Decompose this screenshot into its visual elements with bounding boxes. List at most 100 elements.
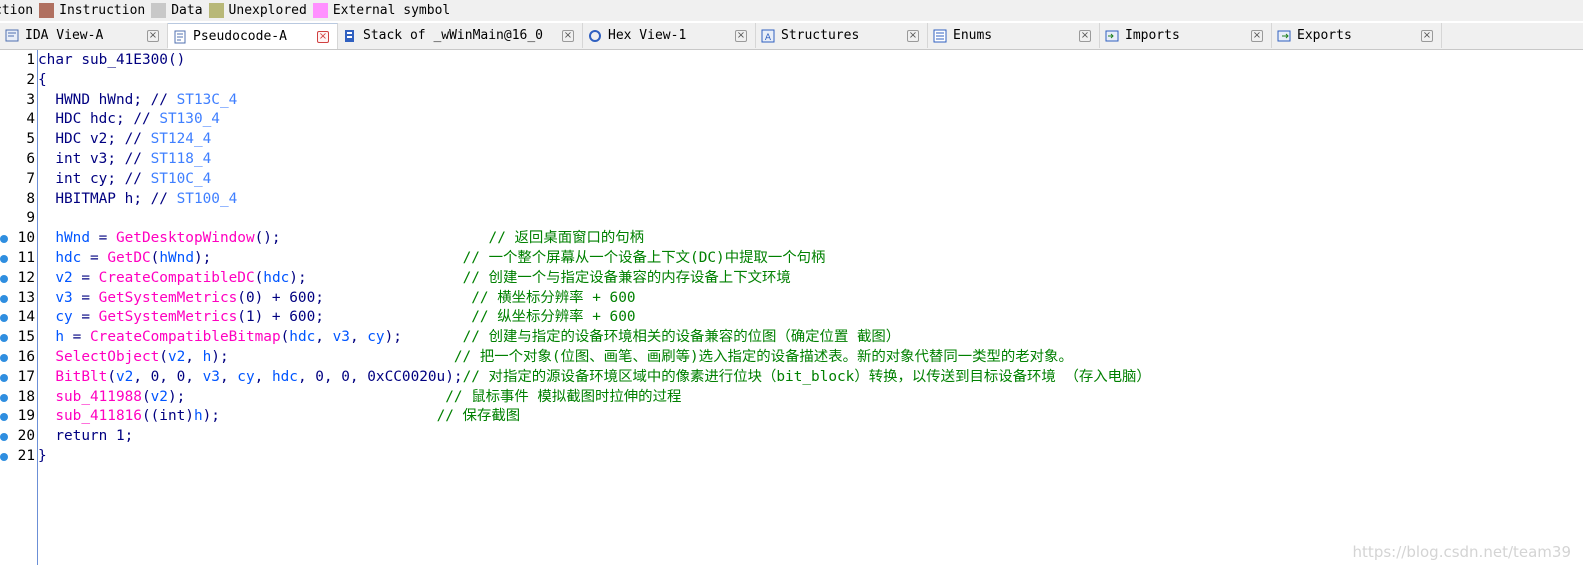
line-number-text: 8: [26, 190, 35, 207]
breakpoint-dot-icon[interactable]: [0, 254, 8, 263]
code-token: ;: [124, 428, 134, 445]
code-token: =: [72, 269, 99, 286]
code-line[interactable]: 7 int cy; // ST10C_4: [0, 170, 1583, 190]
breakpoint-dot-icon[interactable]: [0, 452, 8, 461]
code-line[interactable]: 3 HWND hWnd; // ST13C_4: [0, 91, 1583, 111]
line-number: 13: [0, 289, 35, 309]
svg-text:A: A: [764, 33, 771, 43]
code-token: );: [193, 249, 463, 266]
code-token: GetSystemMetrics: [98, 309, 238, 326]
breakpoint-dot-icon[interactable]: [0, 235, 8, 244]
code-text: int v3; // ST118_4: [35, 150, 211, 170]
code-line[interactable]: 14 cy = GetSystemMetrics(1) + 600; // 纵坐…: [0, 308, 1583, 328]
code-text: char sub_41E300(): [35, 51, 185, 71]
code-text: {: [35, 71, 47, 91]
close-icon[interactable]: ×: [1251, 29, 1263, 42]
line-number: 21: [0, 447, 35, 467]
code-text: HWND hWnd; // ST13C_4: [35, 91, 237, 111]
code-line[interactable]: 4 HDC hdc; // ST130_4: [0, 110, 1583, 130]
line-number-text: 14: [17, 309, 35, 326]
close-icon[interactable]: ×: [1421, 29, 1433, 42]
code-line[interactable]: 13 v3 = GetSystemMetrics(0) + 600; // 横坐…: [0, 289, 1583, 309]
code-token: ;: [133, 190, 151, 207]
code-token: =: [81, 249, 108, 266]
code-text: HBITMAP h; // ST100_4: [35, 190, 237, 210]
breakpoint-dot-icon[interactable]: [0, 334, 8, 343]
breakpoint-dot-icon[interactable]: [0, 433, 8, 442]
code-token: // 一个整个屏幕从一个设备上下文(DC)中提取一个句柄: [462, 249, 826, 266]
line-number-text: 17: [17, 368, 35, 385]
code-token: ,: [185, 348, 203, 365]
tab-exports[interactable]: Exports ×: [1272, 23, 1442, 48]
tab-ida-view-a[interactable]: IDA View-A ×: [0, 23, 168, 48]
code-token: (: [280, 329, 290, 346]
code-token: hdc: [289, 329, 316, 346]
legend-item: ction: [0, 3, 33, 18]
code-token: // 返回桌面窗口的句柄: [488, 230, 645, 247]
code-token: v3: [202, 368, 220, 385]
breakpoint-dot-icon[interactable]: [0, 373, 8, 382]
line-number: 17: [0, 368, 35, 388]
close-icon[interactable]: ×: [907, 29, 919, 42]
code-line[interactable]: 1 char sub_41E300(): [0, 51, 1583, 71]
line-number: 7: [0, 170, 35, 190]
tab-hex-view-1[interactable]: Hex View-1 ×: [583, 23, 756, 48]
line-number-text: 20: [17, 428, 35, 445]
legend-swatch: [208, 3, 224, 18]
line-number: 2: [0, 71, 35, 91]
code-token: ;: [107, 131, 125, 148]
breakpoint-dot-icon[interactable]: [0, 413, 8, 422]
breakpoint-dot-icon[interactable]: [0, 294, 8, 303]
code-token: ST118_4: [150, 150, 212, 167]
code-line[interactable]: 20 return 1;: [0, 427, 1583, 447]
tab-pseudocode-a[interactable]: Pseudocode-A ×: [168, 23, 338, 49]
code-line[interactable]: 21}: [0, 447, 1583, 467]
tab-stack-of-wwinmain-16-0[interactable]: Stack of _wWinMain@16_0 ×: [338, 23, 583, 48]
code-line[interactable]: 10 hWnd = GetDesktopWindow(); // 返回桌面窗口的…: [0, 229, 1583, 249]
tab-imports[interactable]: Imports ×: [1100, 23, 1272, 48]
close-icon[interactable]: ×: [147, 29, 159, 42]
code-text: hdc = GetDC(hWnd); // 一个整个屏幕从一个设备上下文(DC)…: [35, 249, 825, 269]
code-token: ST130_4: [159, 111, 220, 128]
code-line[interactable]: 16 SelectObject(v2, h); // 把一个对象(位图、画笔、画…: [0, 348, 1583, 368]
legend-item: Instruction: [39, 3, 145, 18]
close-icon[interactable]: ×: [1079, 29, 1091, 42]
code-text: sub_411988(v2); // 鼠标事件 模拟截图时拉伸的过程: [35, 388, 681, 408]
pseudocode-view[interactable]: 1 char sub_41E300() 2{3 HWND hWnd; // ST13…: [0, 51, 1583, 467]
code-token: //: [133, 111, 160, 128]
close-icon[interactable]: ×: [735, 29, 747, 42]
code-token: (: [254, 269, 264, 286]
breakpoint-dot-icon[interactable]: [0, 274, 8, 283]
line-number-text: 16: [17, 348, 35, 365]
line-number: 10: [0, 229, 35, 249]
code-line[interactable]: 9: [0, 209, 1583, 229]
line-number-text: 2: [26, 71, 35, 88]
code-text: v3 = GetSystemMetrics(0) + 600; // 横坐标分辨…: [35, 289, 635, 309]
breakpoint-dot-icon[interactable]: [0, 314, 8, 323]
code-line[interactable]: 12 v2 = CreateCompatibleDC(hdc); // 创建一个…: [0, 269, 1583, 289]
code-line[interactable]: 18 sub_411988(v2); // 鼠标事件 模拟截图时拉伸的过程: [0, 388, 1583, 408]
code-token: CreateCompatibleDC: [98, 269, 255, 286]
breakpoint-dot-icon[interactable]: [0, 353, 8, 362]
breakpoint-dot-icon[interactable]: [0, 393, 8, 402]
code-line[interactable]: 15 h = CreateCompatibleBitmap(hdc, v3, c…: [0, 328, 1583, 348]
close-icon[interactable]: ×: [562, 29, 574, 42]
enums-icon: [932, 29, 947, 43]
code-token: v3: [332, 329, 350, 346]
line-number-text: 7: [26, 170, 35, 187]
tab-enums[interactable]: Enums ×: [928, 23, 1100, 48]
code-line[interactable]: 5 HDC v2; // ST124_4: [0, 130, 1583, 150]
code-line[interactable]: 17 BitBlt(v2, 0, 0, v3, cy, hdc, 0, 0, 0…: [0, 368, 1583, 388]
code-line[interactable]: 19 sub_411816((int)h); // 保存截图: [0, 407, 1583, 427]
code-text: cy = GetSystemMetrics(1) + 600; // 纵坐标分辨…: [35, 308, 635, 328]
code-line[interactable]: 6 int v3; // ST118_4: [0, 150, 1583, 170]
code-line[interactable]: 11 hdc = GetDC(hWnd); // 一个整个屏幕从一个设备上下文(…: [0, 249, 1583, 269]
close-icon[interactable]: ×: [317, 30, 329, 43]
code-line[interactable]: 2{: [0, 71, 1583, 91]
code-token: (0) + 600;: [237, 289, 472, 306]
code-line[interactable]: 8 HBITMAP h; // ST100_4: [0, 190, 1583, 210]
watermark: https://blog.csdn.net/team39: [1352, 543, 1571, 561]
code-token: int cy: [38, 170, 108, 187]
tab-structures[interactable]: A Structures ×: [756, 23, 928, 48]
code-token: ST13C_4: [176, 91, 238, 108]
